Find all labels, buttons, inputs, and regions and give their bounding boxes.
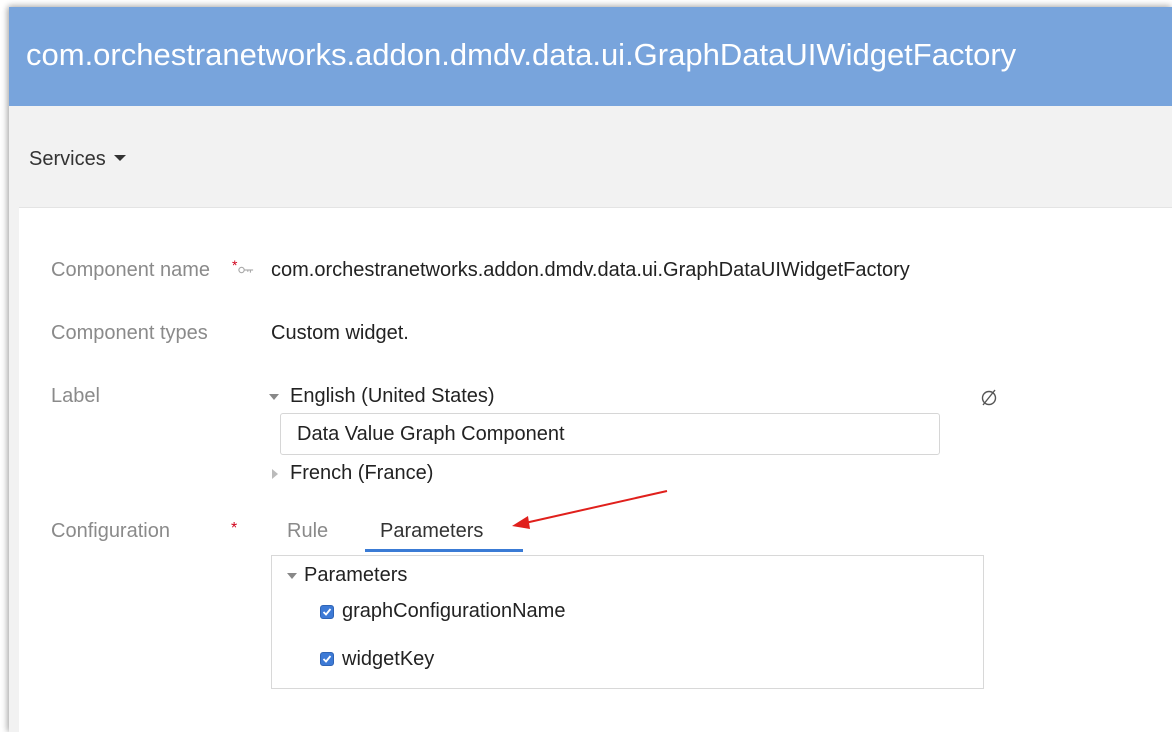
services-menu-button[interactable]: Services xyxy=(29,148,126,171)
parameters-group-label: Parameters xyxy=(304,564,408,586)
component-types-label: Component types xyxy=(51,322,208,344)
required-mark: * xyxy=(232,257,238,273)
expand-down-icon xyxy=(287,573,297,579)
expand-down-icon xyxy=(269,394,279,400)
label-field-label: Label xyxy=(51,385,100,407)
graph-configuration-name-checkbox[interactable] xyxy=(320,605,334,619)
tab-rule[interactable]: Rule xyxy=(287,520,328,543)
page-title: com.orchestranetworks.addon.dmdv.data.ui… xyxy=(26,37,1017,72)
configuration-label: Configuration xyxy=(51,520,170,542)
component-types-value: Custom widget. xyxy=(271,322,409,344)
required-mark: * xyxy=(231,520,238,537)
key-icon xyxy=(238,266,254,274)
empty-value-icon[interactable] xyxy=(979,386,999,408)
caret-down-icon xyxy=(113,154,126,161)
widget-key-checkbox[interactable] xyxy=(320,652,334,666)
parameter-label: graphConfigurationName xyxy=(342,600,566,622)
label-english-input[interactable] xyxy=(280,413,940,455)
parameter-label: widgetKey xyxy=(342,648,435,670)
component-name-value: com.orchestranetworks.addon.dmdv.data.ui… xyxy=(271,259,910,281)
expand-right-icon xyxy=(272,469,278,479)
active-tab-indicator xyxy=(365,549,523,552)
locale-french-label: French (France) xyxy=(290,462,434,484)
title-bar: com.orchestranetworks.addon.dmdv.data.ui… xyxy=(9,7,1172,106)
services-label: Services xyxy=(29,148,106,170)
locale-english-label: English (United States) xyxy=(290,385,495,407)
tab-parameters[interactable]: Parameters xyxy=(380,520,483,543)
component-name-label: Component name xyxy=(51,259,210,281)
app-window: com.orchestranetworks.addon.dmdv.data.ui… xyxy=(9,7,1172,732)
